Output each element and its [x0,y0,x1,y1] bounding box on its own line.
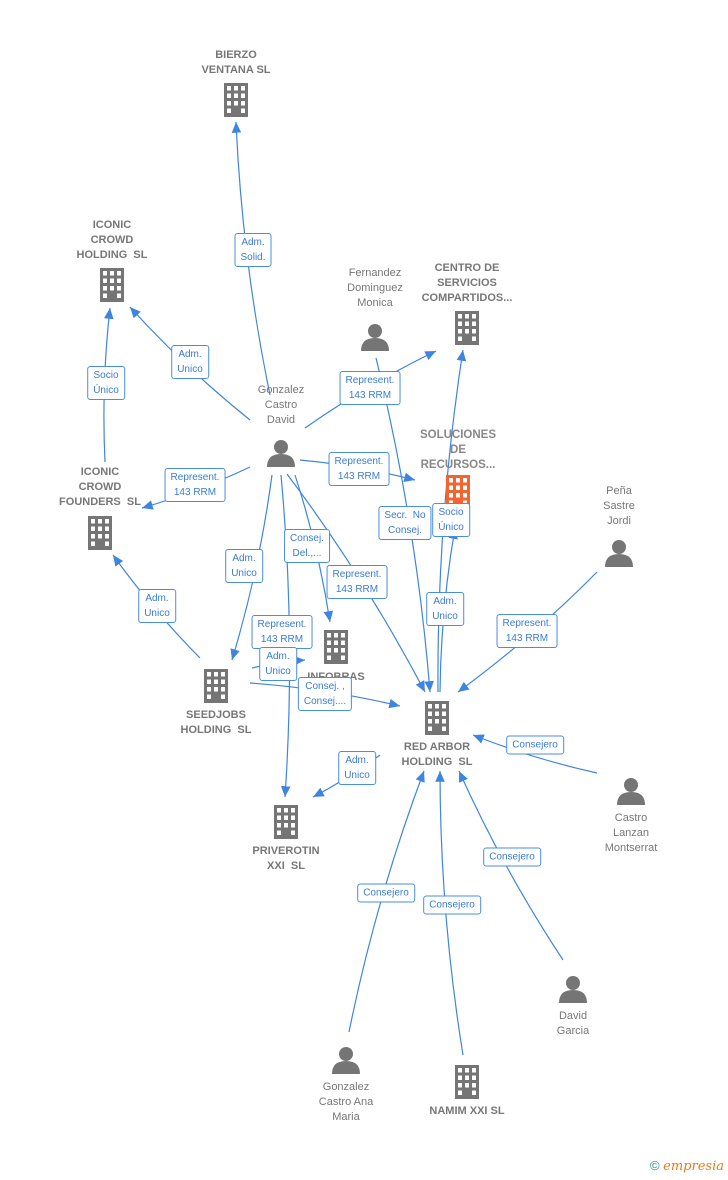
edge-label[interactable]: Consejero [506,735,564,755]
node-label-gonzalez-david[interactable]: Gonzalez Castro David [258,383,304,428]
edge-label[interactable]: Represent. 143 RRM [339,371,401,405]
node-label-namim[interactable]: NAMIM XXI SL [429,1104,504,1119]
node-label-iconic-holding[interactable]: ICONIC CROWD HOLDING SL [77,218,148,263]
edge-label[interactable]: Adm. Unico [338,751,376,785]
building-icon[interactable] [455,311,479,345]
person-icon[interactable] [332,1047,360,1074]
edge-label[interactable]: Secr. No Consej. [378,506,432,540]
node-label-iconic-founders[interactable]: ICONIC CROWD FOUNDERS SL [59,465,141,510]
building-icon[interactable] [274,805,298,839]
node-label-pena[interactable]: Peña Sastre Jordi [603,484,635,529]
node-label-centro[interactable]: CENTRO DE SERVICIOS COMPARTIDOS... [422,261,513,306]
edge-label[interactable]: Adm. Unico [225,549,263,583]
edge-label[interactable]: Consejero [423,895,481,915]
node-label-david-garcia[interactable]: David Garcia [557,1009,589,1039]
node-label-fernandez[interactable]: Fernandez Dominguez Monica [347,266,403,311]
edge-label[interactable]: Represent. 143 RRM [326,565,388,599]
node-label-bierzo[interactable]: BIERZO VENTANA SL [201,48,270,78]
copyright-symbol: © [649,1158,660,1173]
edge-label[interactable]: Represent. 143 RRM [496,614,558,648]
edge-label[interactable]: Adm. Unico [259,647,297,681]
building-icon[interactable] [204,669,228,703]
node-label-gonzalez-ana[interactable]: Gonzalez Castro Ana Maria [319,1080,373,1125]
person-icon[interactable] [617,778,645,805]
edge-label[interactable]: Represent. 143 RRM [164,468,226,502]
empresia-logo: empresia [663,1159,724,1174]
building-icon[interactable] [425,701,449,735]
edge-label[interactable]: Adm. Solid. [234,233,272,267]
edge-label[interactable]: Represent. 143 RRM [251,615,313,649]
node-label-soluciones[interactable]: SOLUCIONES DE RECURSOS... [420,428,496,473]
edge-label[interactable]: Socio Único [87,366,125,400]
edge-label[interactable]: Consej. , Consej.... [297,677,353,711]
network-diagram: © empresia BIERZO VENTANA SL ICONIC CROWD… [0,0,728,1180]
building-icon[interactable] [324,630,348,664]
building-icon[interactable] [224,83,248,117]
edge-label[interactable]: Adm. Unico [171,345,209,379]
node-label-red-arbor[interactable]: RED ARBOR HOLDING SL [402,740,473,770]
person-icon[interactable] [361,324,389,351]
node-label-priverotin[interactable]: PRIVEROTIN XXI SL [252,844,319,874]
building-icon[interactable] [88,516,112,550]
person-icon[interactable] [267,440,295,467]
edge-label[interactable]: Adm. Unico [138,589,176,623]
building-icon[interactable] [100,268,124,302]
edge-label[interactable]: Socio Único [432,503,470,537]
edge-label[interactable]: Consej. Del.,... [284,529,330,563]
building-icon[interactable] [455,1065,479,1099]
edge-label[interactable]: Consejero [357,883,415,903]
person-icon[interactable] [605,540,633,567]
empresia-credit: © empresia [650,1158,724,1174]
edge-label[interactable]: Represent. 143 RRM [328,452,390,486]
edge-label[interactable]: Consejero [483,847,541,867]
person-icon[interactable] [559,976,587,1003]
node-label-castro-lanzan[interactable]: Castro Lanzan Montserrat [605,811,658,856]
node-label-seedjobs[interactable]: SEEDJOBS HOLDING SL [181,708,252,738]
edge-label[interactable]: Adm. Unico [426,592,464,626]
